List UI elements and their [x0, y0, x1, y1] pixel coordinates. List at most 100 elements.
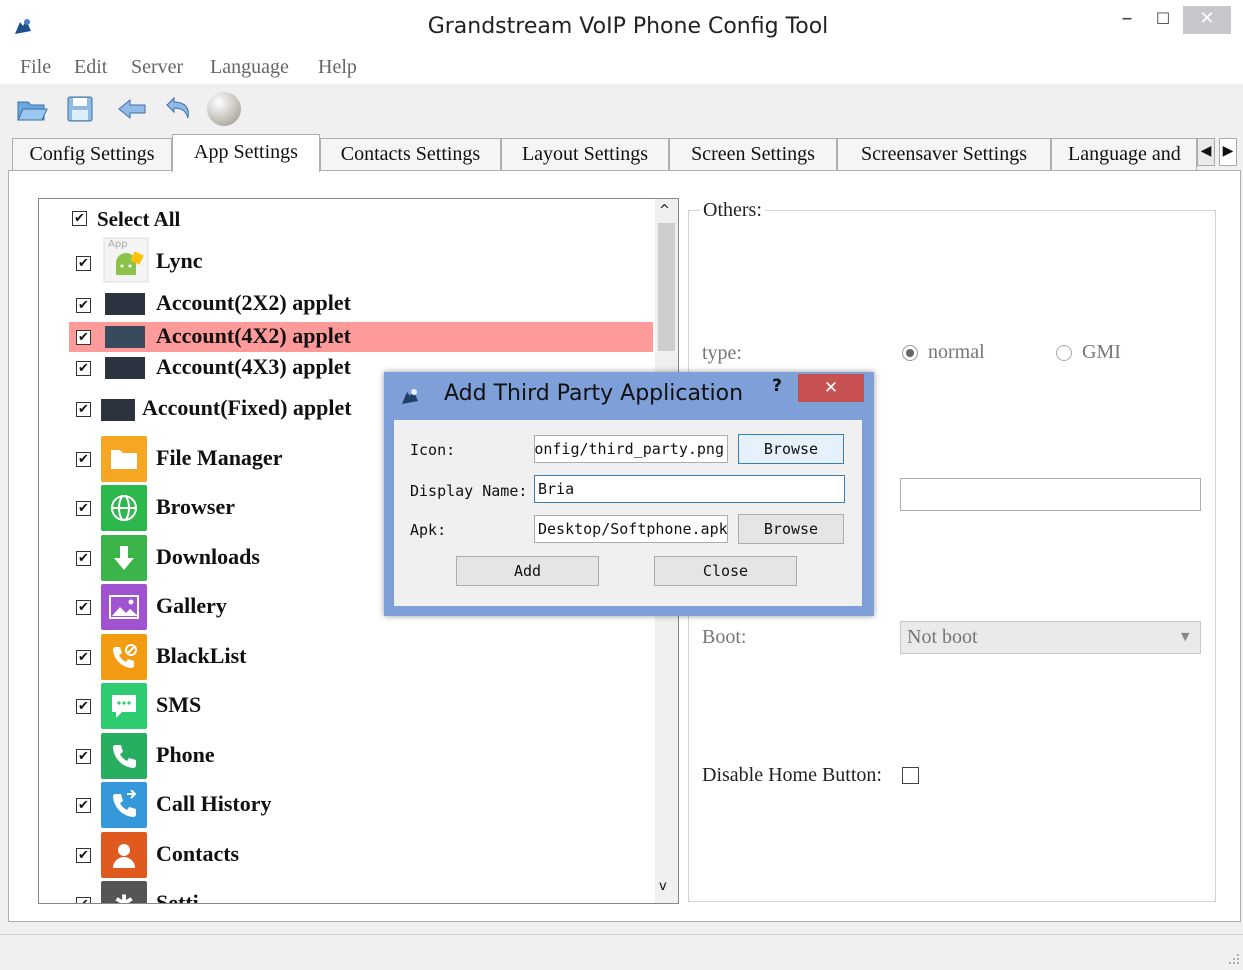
checkbox-contacts[interactable]: ✔: [76, 848, 91, 863]
tab-language[interactable]: Language and: [1051, 138, 1197, 170]
add-third-party-dialog: Add Third Party Application ? ✕ Icon: on…: [384, 372, 874, 616]
scroll-up-icon[interactable]: ^: [659, 203, 670, 218]
app-label-sms: SMS: [156, 692, 202, 717]
app-logo-icon: [402, 389, 418, 404]
open-folder-icon[interactable]: [16, 94, 48, 124]
app-label-account-4x2: Account(4X2) applet: [156, 323, 351, 348]
menu-language[interactable]: Language: [210, 54, 289, 80]
tab-scroll-left-icon[interactable]: ◀: [1197, 138, 1215, 166]
icon-path-input[interactable]: onfig/third_party.png: [534, 435, 728, 463]
checkbox-call-history[interactable]: ✔: [76, 798, 91, 813]
add-button[interactable]: Add: [456, 556, 599, 586]
tab-screen-settings[interactable]: Screen Settings: [669, 138, 837, 170]
account-applet-icon: [101, 399, 135, 421]
app-label-blacklist: BlackList: [156, 643, 247, 668]
call-history-icon: [101, 782, 147, 828]
app-label-gallery: Gallery: [156, 593, 227, 618]
close-button[interactable]: Close: [654, 556, 797, 586]
scroll-thumb[interactable]: [658, 223, 675, 351]
apk-label: Apk:: [410, 521, 447, 539]
menu-file[interactable]: File: [20, 54, 51, 80]
type-gmi-radio[interactable]: [1056, 345, 1072, 361]
checkbox-account-4x2[interactable]: ✔: [76, 330, 91, 345]
gear-icon: ✱: [101, 881, 147, 903]
icon-browse-button[interactable]: Browse: [738, 434, 844, 464]
apk-browse-button[interactable]: Browse: [738, 514, 844, 544]
dialog-help-button[interactable]: ?: [762, 376, 792, 402]
phone-icon: [101, 733, 147, 779]
sphere-icon[interactable]: [205, 90, 243, 128]
disable-home-label: Disable Home Button:: [702, 764, 882, 786]
tab-app-settings[interactable]: App Settings: [172, 134, 320, 172]
chat-icon: [101, 683, 147, 729]
app-label-account-2x2: Account(2X2) applet: [156, 290, 351, 315]
minimize-button[interactable]: –: [1110, 6, 1144, 34]
account-applet-icon: [105, 357, 145, 379]
menu-server[interactable]: Server: [131, 54, 183, 80]
back-arrow-icon[interactable]: [116, 94, 148, 124]
dialog-body: Icon: onfig/third_party.png Browse Displ…: [394, 420, 862, 606]
app-label-downloads: Downloads: [156, 544, 260, 569]
title-bar: Grandstream VoIP Phone Config Tool – ☐ ✕: [0, 0, 1243, 54]
status-bar: [0, 934, 1243, 970]
image-icon: [101, 584, 147, 630]
tab-screensaver-settings[interactable]: Screensaver Settings: [837, 138, 1051, 170]
disable-home-checkbox[interactable]: [902, 767, 919, 784]
undo-icon[interactable]: [162, 94, 194, 124]
checkbox-blacklist[interactable]: ✔: [76, 650, 91, 665]
menu-bar: File Edit Server Language Help: [0, 54, 1243, 84]
checkbox-settings[interactable]: ✔: [76, 897, 91, 903]
tab-bar: Config Settings App Settings Contacts Se…: [0, 134, 1243, 172]
dialog-title: Add Third Party Application: [444, 381, 744, 406]
download-icon: [101, 535, 147, 581]
boot-select[interactable]: Not boot ▼: [900, 621, 1201, 654]
android-app-icon: App: [103, 237, 149, 283]
tab-scroll-right-icon[interactable]: ▶: [1219, 138, 1237, 166]
app-label-phone: Phone: [156, 742, 215, 767]
scroll-down-icon[interactable]: v: [659, 879, 667, 894]
app-label-lync: Lync: [156, 248, 203, 273]
checkbox-sms[interactable]: ✔: [76, 699, 91, 714]
checkbox-browser[interactable]: ✔: [76, 501, 91, 516]
checkbox-account-2x2[interactable]: ✔: [76, 298, 91, 313]
others-text-input[interactable]: [900, 478, 1201, 511]
icon-label: Icon:: [410, 441, 456, 459]
window-title: Grandstream VoIP Phone Config Tool: [427, 14, 829, 39]
select-all-checkbox[interactable]: ✔: [72, 211, 87, 226]
tab-config-settings[interactable]: Config Settings: [12, 138, 172, 170]
tab-layout-settings[interactable]: Layout Settings: [501, 138, 669, 170]
svg-text:App: App: [108, 239, 128, 250]
save-icon[interactable]: [64, 94, 96, 124]
menu-help[interactable]: Help: [318, 54, 357, 80]
app-label-call-history: Call History: [156, 791, 272, 816]
app-label-account-4x3: Account(4X3) applet: [156, 354, 351, 379]
tab-contacts-settings[interactable]: Contacts Settings: [320, 138, 501, 170]
type-gmi-label: GMI: [1082, 341, 1121, 363]
checkbox-file-manager[interactable]: ✔: [76, 452, 91, 467]
app-label-browser: Browser: [156, 494, 236, 519]
checkbox-lync[interactable]: ✔: [76, 256, 91, 271]
resize-grip-icon[interactable]: [1228, 953, 1240, 965]
blocked-call-icon: [101, 634, 147, 680]
display-name-label: Display Name:: [410, 482, 528, 500]
menu-edit[interactable]: Edit: [74, 54, 107, 80]
maximize-button[interactable]: ☐: [1146, 6, 1180, 34]
app-label-contacts: Contacts: [156, 841, 240, 866]
toolbar: [0, 86, 1243, 132]
apk-path-input[interactable]: Desktop/Softphone.apk: [534, 515, 728, 543]
checkbox-account-4x3[interactable]: ✔: [76, 361, 91, 376]
globe-icon: [101, 485, 147, 531]
type-normal-radio[interactable]: [902, 345, 918, 361]
boot-label: Boot:: [702, 626, 747, 648]
folder-icon: [101, 436, 147, 482]
boot-select-value: Not boot: [907, 626, 978, 648]
checkbox-phone[interactable]: ✔: [76, 749, 91, 764]
checkbox-account-fixed[interactable]: ✔: [76, 402, 91, 417]
checkbox-downloads[interactable]: ✔: [76, 551, 91, 566]
checkbox-gallery[interactable]: ✔: [76, 600, 91, 615]
dialog-close-x-button[interactable]: ✕: [798, 374, 864, 402]
display-name-input[interactable]: Bria: [534, 475, 845, 503]
contact-icon: [101, 832, 147, 878]
close-window-button[interactable]: ✕: [1183, 6, 1231, 34]
account-applet-icon: [105, 326, 145, 348]
